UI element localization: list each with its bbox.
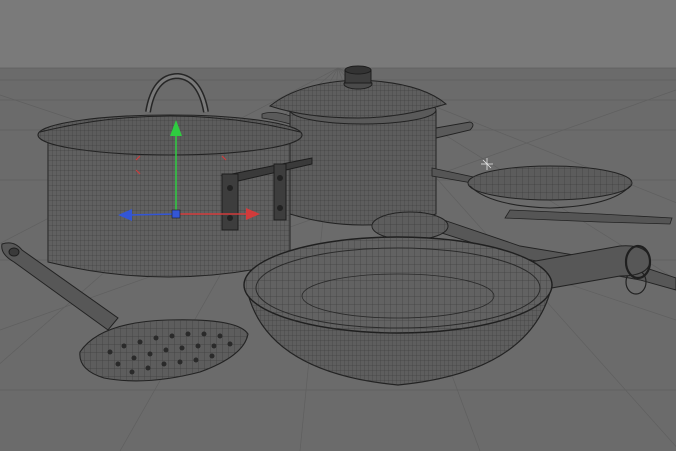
- viewport-canvas[interactable]: [0, 0, 676, 451]
- gizmo-center-handle[interactable]: [171, 209, 181, 219]
- lid-knob: [343, 65, 373, 90]
- 3d-viewport[interactable]: [0, 0, 676, 451]
- gizmo-z-axis[interactable]: [127, 213, 177, 216]
- viewport-sky: [0, 0, 676, 68]
